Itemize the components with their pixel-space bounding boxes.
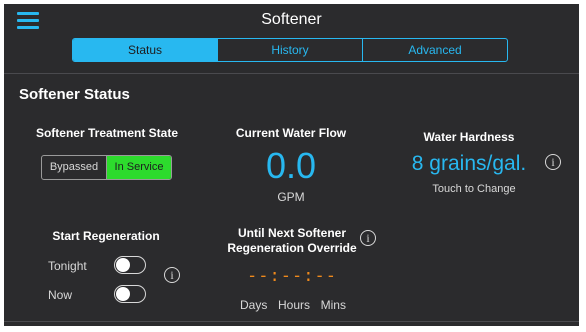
countdown-unit-labels: Days Hours Mins	[240, 298, 346, 312]
water-hardness-value[interactable]: 8 grains/gal.	[399, 152, 539, 176]
mins-label: Mins	[320, 298, 346, 312]
tab-bar: Status History Advanced	[72, 38, 508, 62]
tonight-toggle[interactable]	[114, 256, 146, 274]
toggle-knob	[116, 258, 130, 272]
section-title: Softener Status	[19, 86, 130, 103]
tab-history[interactable]: History	[218, 39, 363, 61]
tab-status[interactable]: Status	[73, 39, 218, 61]
treatment-state-label: Softener Treatment State	[35, 126, 179, 140]
water-flow-label: Current Water Flow	[235, 126, 347, 140]
touch-to-change-hint: Touch to Change	[432, 183, 516, 195]
water-flow-value: 0.0	[265, 145, 317, 186]
regeneration-info-icon[interactable]: i	[164, 267, 180, 283]
override-label-line2: Regeneration Override	[227, 241, 357, 255]
days-label: Days	[240, 298, 268, 312]
override-info-icon[interactable]: i	[360, 230, 376, 246]
override-label-line1: Until Next Softener	[237, 226, 346, 240]
hours-label: Hours	[277, 298, 310, 312]
footer-divider	[4, 321, 579, 322]
hardness-info-icon[interactable]: i	[545, 154, 561, 170]
treatment-state-selector: Bypassed In Service	[41, 155, 172, 180]
override-countdown: --:--:--	[247, 266, 337, 286]
in-service-option[interactable]: In Service	[107, 156, 171, 179]
tonight-label: Tonight	[48, 259, 87, 273]
softener-app: Softener Status History Advanced Softene…	[4, 4, 579, 326]
water-flow-unit: GPM	[277, 190, 305, 204]
header-divider	[4, 73, 579, 74]
start-regeneration-label: Start Regeneration	[52, 229, 160, 243]
water-hardness-label: Water Hardness	[423, 130, 515, 144]
now-toggle[interactable]	[114, 285, 146, 303]
toggle-knob	[116, 287, 130, 301]
page-title: Softener	[261, 11, 322, 28]
bypassed-option[interactable]: Bypassed	[42, 156, 107, 179]
override-label: Until Next Softener Regeneration Overrid…	[216, 226, 368, 256]
now-label: Now	[48, 288, 73, 302]
tab-advanced[interactable]: Advanced	[363, 39, 507, 61]
